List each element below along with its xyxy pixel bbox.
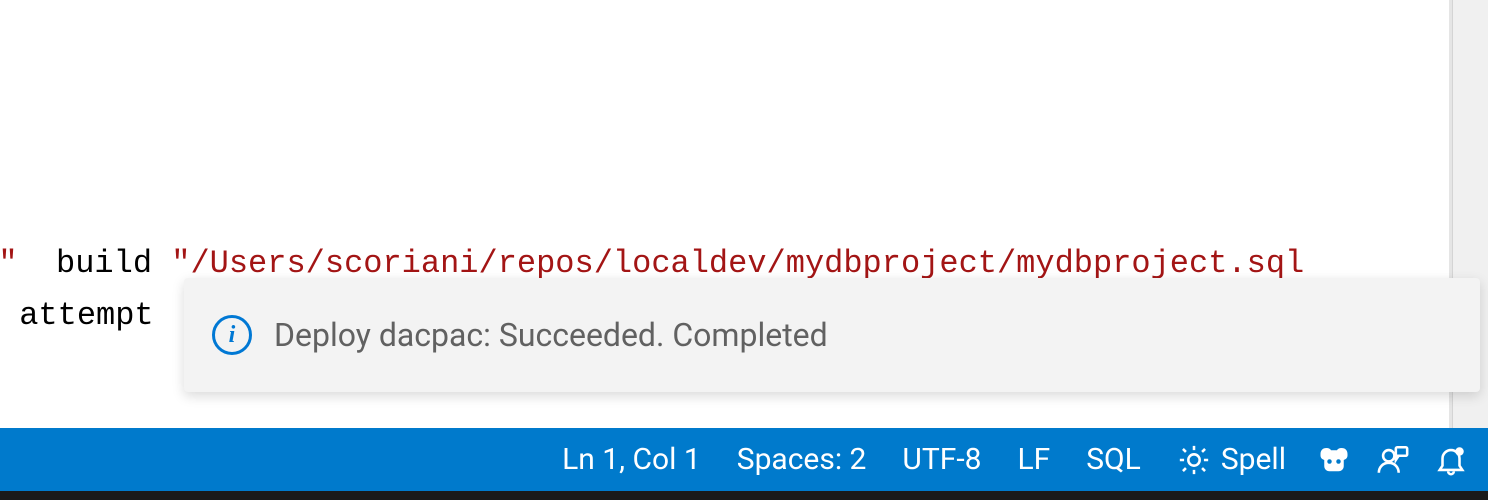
code-line: attempt — [0, 292, 154, 340]
notifications[interactable] — [1422, 428, 1480, 491]
cursor-position-label: Ln 1, Col 1 — [562, 442, 701, 477]
bug-gear-icon — [1177, 443, 1211, 477]
notification-message: Deploy dacpac: Succeeded. Completed — [274, 316, 828, 354]
cursor-position[interactable]: Ln 1, Col 1 — [544, 428, 719, 491]
code-string: "/Users/scoriani/repos/localdev/mydbproj… — [171, 245, 1304, 282]
code-text: build — [56, 245, 171, 282]
copilot-icon — [1316, 442, 1352, 478]
encoding[interactable]: UTF-8 — [884, 428, 999, 491]
language-mode[interactable]: SQL — [1068, 428, 1159, 491]
encoding-label: UTF-8 — [902, 442, 981, 477]
person-feedback-icon — [1376, 443, 1410, 477]
eol[interactable]: LF — [999, 428, 1068, 491]
spell-check[interactable]: Spell — [1159, 428, 1304, 491]
info-icon-glyph: i — [229, 323, 236, 347]
language-label: SQL — [1086, 442, 1141, 477]
copilot-status[interactable] — [1304, 428, 1364, 491]
indentation[interactable]: Spaces: 2 — [719, 428, 885, 491]
code-text: attempt — [0, 297, 154, 334]
status-bar: Ln 1, Col 1 Spaces: 2 UTF-8 LF SQL Spell — [0, 428, 1488, 491]
info-icon: i — [212, 315, 252, 355]
eol-label: LF — [1017, 442, 1050, 477]
feedback[interactable] — [1364, 428, 1422, 491]
bottom-edge — [0, 491, 1488, 500]
bell-icon — [1434, 443, 1468, 477]
notification-toast[interactable]: i Deploy dacpac: Succeeded. Completed — [184, 278, 1480, 392]
indentation-label: Spaces: 2 — [737, 442, 867, 477]
spell-label: Spell — [1221, 442, 1286, 477]
code-string: et" — [0, 245, 56, 282]
